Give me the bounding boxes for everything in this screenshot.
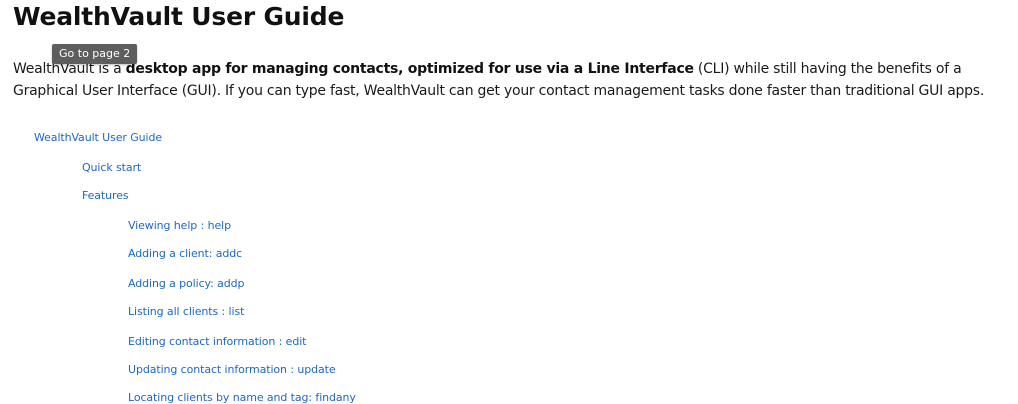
- toc-link-quick-start[interactable]: Quick start: [82, 161, 141, 174]
- toc-link-adding-policy[interactable]: Adding a policy: addp: [128, 277, 245, 290]
- toc-link-viewing-help[interactable]: Viewing help : help: [128, 219, 231, 232]
- toc-link-locating-clients[interactable]: Locating clients by name and tag: findan…: [128, 391, 356, 404]
- toc-link-listing-clients[interactable]: Listing all clients : list: [128, 305, 244, 318]
- toc-link-user-guide[interactable]: WealthVault User Guide: [34, 131, 162, 144]
- page-title: WealthVault User Guide: [13, 2, 345, 31]
- toc-link-updating-contact[interactable]: Updating contact information : update: [128, 363, 336, 376]
- toc-link-editing-contact[interactable]: Editing contact information : edit: [128, 335, 306, 348]
- toc-link-adding-client[interactable]: Adding a client: addc: [128, 247, 242, 260]
- go-to-page-tooltip: Go to page 2: [52, 44, 138, 64]
- intro-paragraph: WealthVault is a desktop app for managin…: [13, 58, 1003, 102]
- intro-bold-text: desktop app for managing contacts, optim…: [125, 61, 694, 77]
- toc-link-features[interactable]: Features: [82, 189, 129, 202]
